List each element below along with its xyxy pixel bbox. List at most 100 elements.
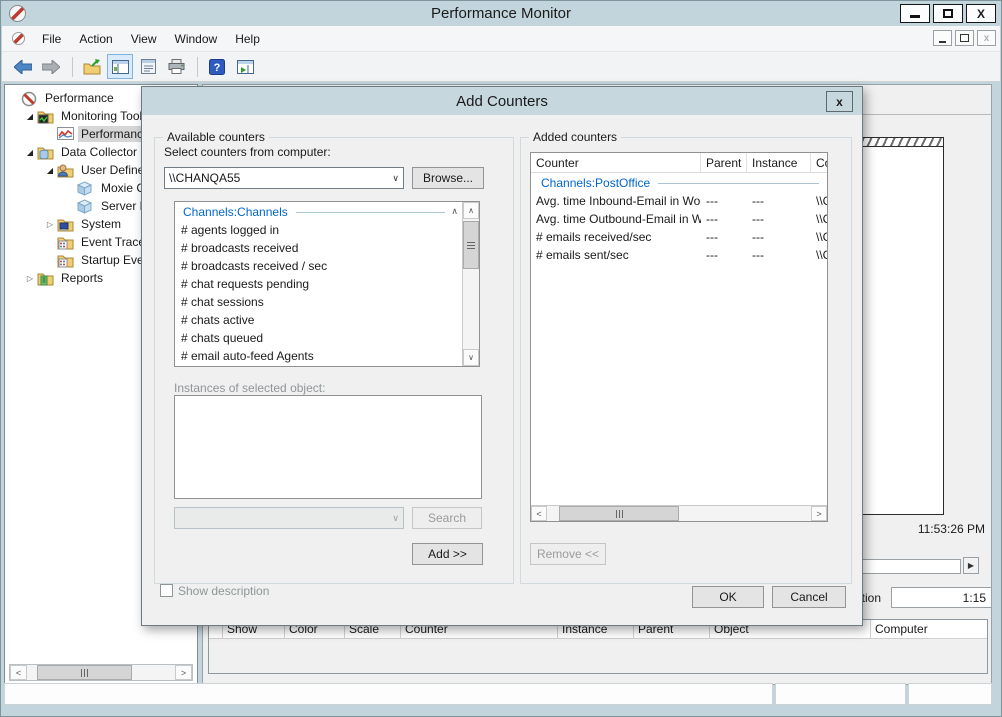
export-button[interactable] [79,54,105,79]
scroll-right-icon[interactable]: > [811,506,827,521]
menu-view[interactable]: View [122,28,166,50]
data-collector-folder-icon [37,145,54,160]
scrollbar-thumb[interactable] [37,665,132,680]
scroll-right-icon[interactable]: > [175,665,192,680]
counter-item[interactable]: # broadcasts received [175,239,462,257]
back-arrow-icon [14,60,32,74]
menu-bar: File Action View Window Help x [2,26,1000,52]
scrollbar-thumb[interactable] [463,221,479,269]
svg-text:?: ? [214,62,221,74]
remove-button[interactable]: Remove << [530,543,606,565]
back-button[interactable] [10,54,36,79]
menu-window[interactable]: Window [166,28,227,50]
collector-set-cube-icon [77,181,94,196]
performance-monitor-icon [57,127,74,142]
help-button[interactable]: ? [204,54,230,79]
added-table-scrollbar[interactable]: < > [531,505,827,521]
print-button[interactable] [163,54,189,79]
maximize-button[interactable] [933,4,963,23]
menu-action[interactable]: Action [70,28,121,50]
menu-help[interactable]: Help [226,28,269,50]
added-table-header: Counter Parent Instance Computer [531,153,827,173]
add-button[interactable]: Add >> [412,543,483,565]
reports-folder-icon [37,271,54,286]
counter-item[interactable]: # chat requests pending [175,275,462,293]
instances-label: Instances of selected object: [174,381,325,395]
expander-open-icon[interactable]: ◢ [43,166,57,175]
system-folder-icon [57,217,74,232]
minimize-button[interactable] [900,4,930,23]
col-instance[interactable]: Instance [747,153,811,172]
col-parent[interactable]: Parent [701,153,747,172]
forward-button[interactable] [38,54,64,79]
new-window-button[interactable] [232,54,258,79]
properties-icon [141,59,156,74]
scroll-up-icon[interactable]: ∧ [463,202,479,219]
event-trace-folder-icon [57,253,74,268]
available-counters-list[interactable]: Channels:Channels ∧ # agents logged in #… [174,201,480,367]
counter-item[interactable]: # chats active [175,311,462,329]
menu-file[interactable]: File [33,28,70,50]
graph-time-label: 11:53:26 PM [918,522,985,536]
select-computer-label: Select counters from computer: [164,145,331,159]
console-tree-toggle-button[interactable] [107,54,133,79]
new-window-icon [237,60,254,74]
added-counter-row[interactable]: # emails sent/sec --- --- \\CHANQA55 [531,246,827,264]
mdi-close-button[interactable]: x [977,30,996,46]
available-counters-label: Available counters [163,130,269,144]
counter-group-row[interactable]: Channels:Channels ∧ [175,202,462,221]
counter-item[interactable]: # chats queued [175,329,462,347]
status-section [4,683,773,705]
chevron-down-icon[interactable]: ∨ [392,173,399,184]
expander-open-icon[interactable]: ◢ [23,148,37,157]
tree-label: Monitoring Tools [58,108,151,124]
added-counter-row[interactable]: Avg. time Outbound-Email in W... --- ---… [531,210,827,228]
scroll-left-icon[interactable]: < [531,506,547,521]
printer-icon [168,59,185,74]
instances-list[interactable] [174,395,482,499]
search-button[interactable]: Search [412,507,482,529]
expander-closed-icon[interactable]: ▷ [23,274,37,283]
dialog-close-button[interactable]: x [826,91,853,112]
toolbar: ? [2,52,1000,82]
mdi-minimize-button[interactable] [933,30,952,46]
help-icon: ? [209,59,225,75]
show-description-label: Show description [178,584,269,598]
show-description-checkbox[interactable] [160,584,173,597]
expander-closed-icon[interactable]: ▷ [43,220,57,229]
chevron-down-icon: ∨ [392,513,399,524]
tree-horizontal-scrollbar[interactable]: < > [9,664,193,681]
browse-button[interactable]: Browse... [412,167,484,189]
computer-combobox[interactable]: \\CHANQA55 ∨ [164,167,404,189]
status-bar [4,683,992,705]
scroll-left-icon[interactable]: < [10,665,27,680]
properties-button[interactable] [135,54,161,79]
added-counters-table[interactable]: Counter Parent Instance Computer Channel… [530,152,828,522]
counter-item[interactable]: # agents logged in [175,221,462,239]
dialog-title: Add Counters [456,93,548,110]
added-counter-row[interactable]: # emails received/sec --- --- \\CHANQA55 [531,228,827,246]
collapse-group-icon[interactable]: ∧ [451,206,462,217]
col-counter[interactable]: Counter [531,153,701,172]
ok-button[interactable]: OK [692,586,764,608]
col-computer[interactable]: Computer [811,153,827,172]
cancel-button[interactable]: Cancel [772,586,846,608]
counter-item[interactable]: # broadcasts received / sec [175,257,462,275]
close-icon: X [977,7,985,21]
added-group-row[interactable]: Channels:PostOffice [531,173,827,192]
counter-item[interactable]: # chat sessions [175,293,462,311]
mdi-restore-icon [960,34,969,42]
added-counter-row[interactable]: Avg. time Inbound-Email in Wor... --- --… [531,192,827,210]
legend-col-computer[interactable]: Computer [871,620,987,638]
scroll-down-icon[interactable]: ∨ [463,349,479,366]
toolbar-separator [72,57,73,77]
graph-scroll-right-icon[interactable]: ▶ [963,557,979,574]
scrollbar-thumb[interactable] [559,506,679,521]
close-button[interactable]: X [966,4,996,23]
mdi-restore-button[interactable] [955,30,974,46]
forward-arrow-icon [42,60,60,74]
expander-open-icon[interactable]: ◢ [23,112,37,121]
minimize-icon [910,15,920,18]
available-list-scrollbar[interactable]: ∧ ∨ [462,202,479,366]
counter-item[interactable]: # email auto-feed Agents [175,347,462,365]
